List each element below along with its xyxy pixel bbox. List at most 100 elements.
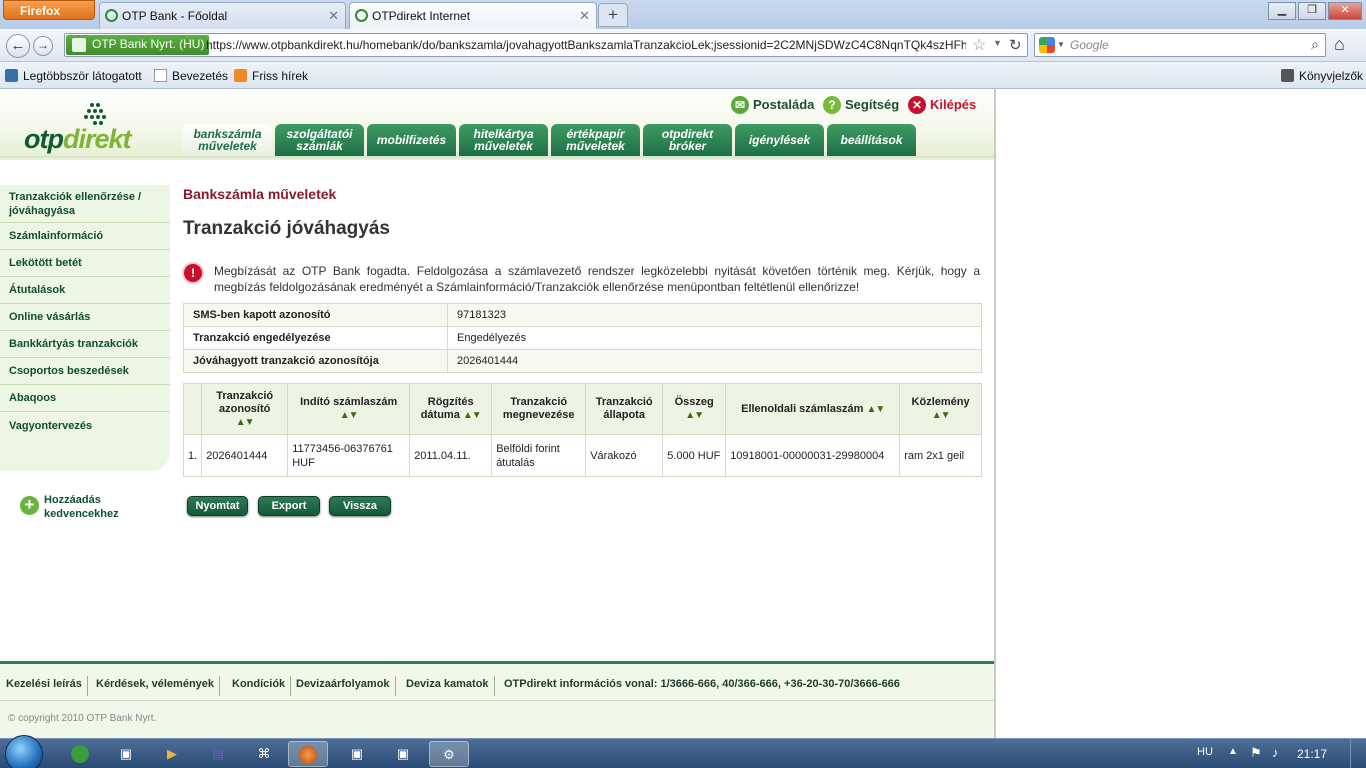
search-icon[interactable]: ⌕ — [1311, 36, 1319, 53]
confirmation-info-table: SMS-ben kapott azonosító 97181323 Tranza… — [183, 303, 982, 373]
bookmark-star-icon[interactable]: ☆ — [972, 35, 986, 55]
col-tranzakcio-allapota: Tranzakció állapota — [585, 383, 664, 435]
close-window-button[interactable]: ✕ — [1328, 2, 1362, 20]
col-tranzakcio-azonosito[interactable]: Tranzakció azonosító ▲▼ — [201, 383, 289, 435]
sort-icon[interactable]: ▲▼ — [236, 417, 255, 428]
tab-szolgaltatoi-szamlak[interactable]: szolgáltatói számlák — [275, 124, 364, 156]
taskbar-app-save[interactable]: ▤ — [198, 741, 238, 767]
rss-icon — [234, 69, 247, 82]
taskbar-app-window-3[interactable]: ▣ — [383, 741, 423, 767]
bookmarks-toolbar: Legtöbbször látogatott Bevezetés Friss h… — [0, 62, 1366, 89]
engine-dropdown-icon[interactable]: ▼ — [1057, 40, 1065, 49]
sidebar-item-atutalasok[interactable]: Átutalások — [0, 277, 170, 304]
bookmarks-menu[interactable]: Könyvjelzők — [1281, 69, 1363, 83]
tab-mobilfizetes[interactable]: mobilfizetés — [367, 124, 456, 156]
tab-hitelkartya-muveletek[interactable]: hitelkártya műveletek — [459, 124, 548, 156]
tab-beallitasok[interactable]: beállítások — [827, 124, 916, 156]
home-icon[interactable]: ⌂ — [1334, 34, 1345, 55]
col-ellenoldali-szamlaszam[interactable]: Ellenoldali számlaszám ▲▼ — [725, 383, 901, 435]
sidebar-item-lekotott-betet[interactable]: Lekötött betét — [0, 250, 170, 277]
tab-bankszamla-muveletek[interactable]: bankszámla műveletek — [183, 124, 272, 156]
sort-icon[interactable]: ▲▼ — [866, 404, 885, 415]
clock[interactable]: 21:17 — [1297, 747, 1327, 761]
window-icon: ▣ — [350, 746, 364, 761]
cell-tranzakcio-azonosito: 2026401444 — [201, 434, 289, 477]
info-row: SMS-ben kapott azonosító 97181323 — [183, 303, 982, 327]
cell-index: 1. — [182, 434, 203, 477]
back-button[interactable]: ← — [6, 34, 30, 58]
sidebar-item-tranzakciok-ellenorzese[interactable]: Tranzakciók ellenőrzése / jóváhagyása — [0, 185, 170, 223]
print-button[interactable]: Nyomtat — [187, 496, 248, 516]
taskbar-app-utorrent[interactable] — [60, 741, 100, 767]
firefox-menu-button[interactable]: Firefox — [3, 0, 95, 20]
warning-icon: ! — [184, 264, 202, 282]
site-identity-button[interactable]: OTP Bank Nyrt. (HU) — [66, 35, 210, 55]
reload-icon[interactable]: ↻ — [1009, 36, 1022, 54]
sidebar: Tranzakciók ellenőrzése / jóváhagyása Sz… — [0, 185, 170, 471]
tab-ertekpapir-muveletek[interactable]: értékpapír műveletek — [551, 124, 640, 156]
sidebar-item-online-vasarlas[interactable]: Online vásárlás — [0, 304, 170, 331]
footer-link-devizaarfolyamok[interactable]: Devizaárfolyamok — [291, 676, 396, 696]
sidebar-item-vagyontervezes[interactable]: Vagyontervezés — [0, 412, 170, 439]
sidebar-item-abaqoos[interactable]: Abaqoos — [0, 385, 170, 412]
segitseg-link[interactable]: ? Segítség — [823, 96, 899, 114]
forward-button[interactable]: → — [33, 36, 53, 56]
taskbar-app-tool[interactable]: ⚙ — [429, 741, 469, 767]
footer-link-kondiciok[interactable]: Kondíciók — [227, 676, 292, 696]
add-favorite-link[interactable]: + Hozzáadás kedvencekhez — [20, 493, 130, 521]
taskbar-app-network[interactable]: ⌘ — [244, 741, 284, 767]
footer-link-deviza-kamatok[interactable]: Deviza kamatok — [401, 676, 495, 696]
otpdirekt-logo[interactable]: otpdirekt — [24, 124, 132, 155]
export-button[interactable]: Export — [258, 496, 320, 516]
taskbar-app-window-2[interactable]: ▣ — [337, 741, 377, 767]
bookmark-friss-hirek[interactable]: Friss hírek — [234, 69, 308, 83]
tab-igenylesek[interactable]: igénylések — [735, 124, 824, 156]
sidebar-item-csoportos-beszedesek[interactable]: Csoportos beszedések — [0, 358, 170, 385]
sort-icon[interactable]: ▲▼ — [340, 410, 359, 421]
table-header-row: Tranzakció azonosító ▲▼ Indító számlaszám… — [182, 383, 982, 435]
sidebar-item-szamlainformacio[interactable]: Számlainformáció — [0, 223, 170, 250]
col-rogzites-datuma[interactable]: Rögzítés dátuma ▲▼ — [409, 383, 493, 435]
col-indito-szamlaszam[interactable]: Indító számlaszám ▲▼ — [287, 383, 411, 435]
history-dropdown-icon[interactable]: ▼ — [993, 38, 1002, 48]
new-tab-button[interactable]: + — [598, 3, 628, 27]
minimize-button[interactable]: ▁ — [1268, 2, 1296, 20]
start-button[interactable] — [5, 735, 43, 768]
info-value: Engedélyezés — [447, 326, 982, 350]
kilepes-link[interactable]: ✕ Kilépés — [908, 96, 976, 114]
close-tab-icon[interactable]: ✕ — [579, 8, 590, 24]
col-kozlemeny[interactable]: Közlemény ▲▼ — [899, 383, 982, 435]
tray-expand-icon[interactable]: ▲ — [1228, 746, 1238, 757]
bookmark-bevezetes[interactable]: Bevezetés — [154, 69, 228, 83]
copyright: © copyright 2010 OTP Bank Nyrt. — [8, 713, 157, 724]
volume-icon[interactable]: ♪ — [1272, 745, 1279, 760]
back-page-button[interactable]: Vissza — [329, 496, 391, 516]
taskbar-app-media[interactable]: ▶ — [152, 741, 192, 767]
show-desktop-button[interactable] — [1350, 739, 1366, 768]
language-indicator[interactable]: HU — [1197, 746, 1213, 758]
tab-otp-fooldal[interactable]: OTP Bank - Főoldal ✕ — [99, 2, 346, 29]
info-value: 2026401444 — [447, 349, 982, 373]
tray-action-icon[interactable]: ⚑ — [1250, 745, 1262, 761]
bookmark-most-visited[interactable]: Legtöbbször látogatott — [5, 69, 142, 83]
maximize-button[interactable]: ❐ — [1298, 2, 1326, 20]
sort-icon[interactable]: ▲▼ — [463, 410, 482, 421]
close-tab-icon[interactable]: ✕ — [328, 8, 339, 24]
sort-icon[interactable]: ▲▼ — [932, 410, 951, 421]
footer-link-kerdesek[interactable]: Kérdések, vélemények — [91, 676, 221, 696]
address-bar[interactable]: OTP Bank Nyrt. (HU) https://www.otpbankd… — [64, 33, 1028, 57]
sidebar-item-bankkartyas-tranzakciok[interactable]: Bankkártyás tranzakciók — [0, 331, 170, 358]
url-text[interactable]: https://www.otpbankdirekt.hu/homebank/do… — [206, 38, 966, 52]
tab-otpdirekt-broker[interactable]: otpdirekt bróker — [643, 124, 732, 156]
tab-otpdirekt[interactable]: OTPdirekt Internet ✕ — [349, 2, 597, 29]
taskbar-app-window[interactable]: ▣ — [106, 741, 146, 767]
info-label: Tranzakció engedélyezése — [183, 326, 448, 350]
google-engine-icon[interactable] — [1039, 37, 1055, 53]
taskbar-app-firefox[interactable] — [288, 741, 328, 767]
col-osszeg[interactable]: Összeg ▲▼ — [662, 383, 727, 435]
postalada-link[interactable]: ✉ Postaláda — [731, 96, 814, 114]
footer-link-kezelesi-leiras[interactable]: Kezelési leírás — [1, 676, 88, 696]
table-row: 1. 2026401444 11773456-06376761 HUF 2011… — [182, 434, 982, 477]
search-box[interactable]: ▼ Google ⌕ — [1034, 33, 1326, 57]
sort-icon[interactable]: ▲▼ — [685, 410, 704, 421]
